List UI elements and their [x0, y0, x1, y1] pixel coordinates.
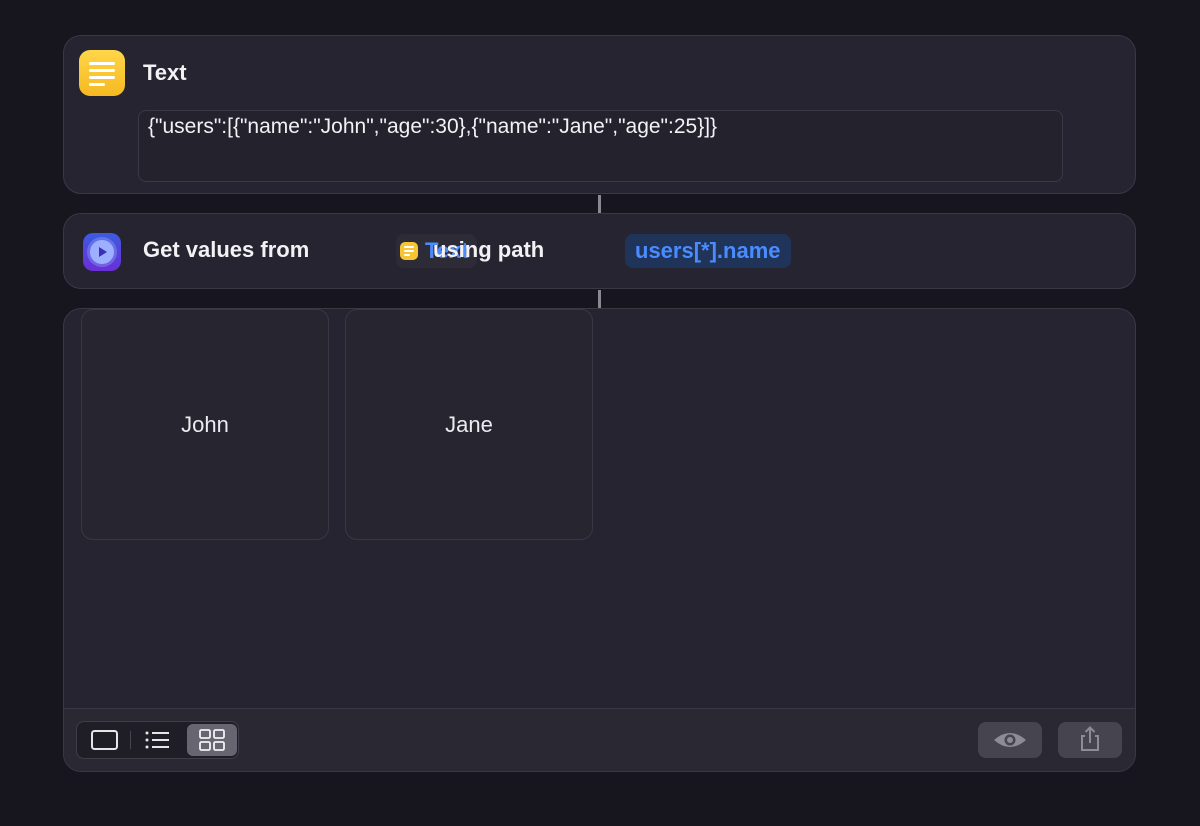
get-values-action-card[interactable]: Get values from Text using path users[*]… [63, 213, 1136, 289]
result-tile[interactable]: Jane [345, 309, 593, 540]
text-input-field[interactable]: {"users":[{"name":"John","age":30},{"nam… [138, 110, 1063, 182]
text-app-icon [79, 50, 125, 96]
quick-look-button[interactable] [978, 722, 1042, 758]
list-view-button[interactable] [133, 724, 183, 756]
share-icon [1081, 726, 1099, 751]
grid-view-icon [199, 729, 225, 751]
result-preview-card: John Jane [63, 308, 1136, 772]
result-item-label: John [181, 411, 229, 437]
result-tile[interactable]: John [81, 309, 329, 540]
single-view-icon [91, 730, 118, 750]
result-item-label: Jane [445, 411, 493, 437]
text-variable-icon [400, 242, 418, 260]
get-values-label: Get values from [143, 237, 310, 262]
script-gear-icon [83, 233, 121, 271]
single-view-button[interactable] [79, 724, 129, 756]
text-action-card[interactable]: Text {"users":[{"name":"John","age":30},… [63, 35, 1136, 194]
view-mode-selector [76, 721, 239, 759]
path-parameter-token[interactable]: users[*].name [625, 234, 791, 268]
quick-look-icon [994, 733, 1026, 747]
result-connector [598, 290, 601, 308]
result-toolbar [64, 708, 1135, 771]
action-connector [598, 195, 601, 213]
share-button[interactable] [1058, 722, 1122, 758]
grid-view-button[interactable] [187, 724, 237, 756]
list-view-icon [145, 731, 169, 749]
using-path-label: using path [433, 237, 545, 262]
text-input-value[interactable]: {"users":[{"name":"John","age":30},{"nam… [148, 115, 717, 139]
text-action-title: Text [143, 60, 187, 85]
